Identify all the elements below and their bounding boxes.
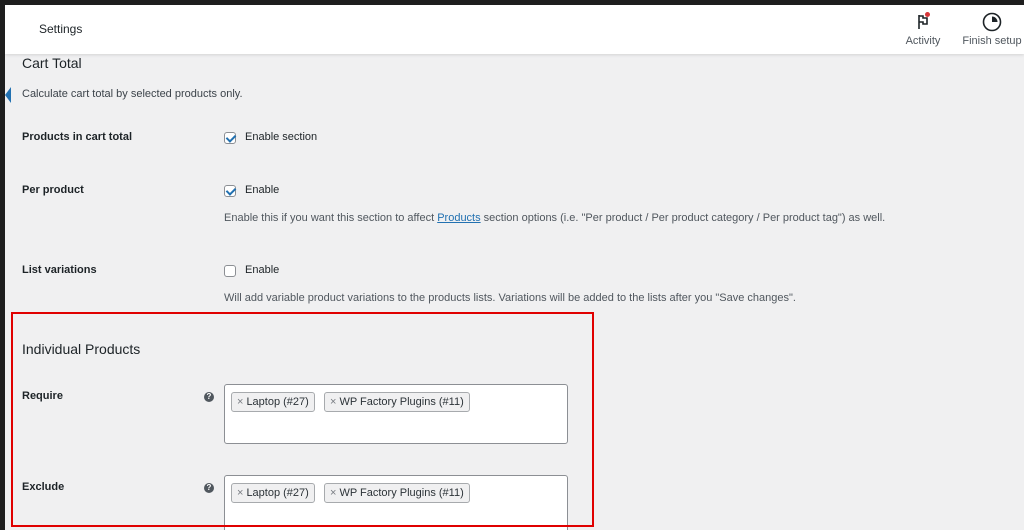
require-products-select[interactable]: × Laptop (#27) × WP Factory Plugins (#11) <box>224 384 568 444</box>
cart-total-heading: Cart Total <box>22 55 82 71</box>
remove-chip-icon[interactable]: × <box>330 396 336 408</box>
chip-text: WP Factory Plugins (#11) <box>339 396 464 408</box>
per-product-enable-label[interactable]: Enable <box>245 184 279 196</box>
finish-setup-label: Finish setup <box>962 35 1022 47</box>
flag-icon <box>918 12 930 29</box>
chip-text: Laptop (#27) <box>246 487 309 499</box>
remove-chip-icon[interactable]: × <box>237 487 243 499</box>
products-in-cart-total-checkbox[interactable] <box>224 132 236 144</box>
admin-menu-current-arrow <box>5 87 11 103</box>
cart-total-description: Calculate cart total by selected product… <box>22 88 243 100</box>
remove-chip-icon[interactable]: × <box>330 487 336 499</box>
remove-chip-icon[interactable]: × <box>237 396 243 408</box>
require-chip-wp-factory: × WP Factory Plugins (#11) <box>324 392 470 412</box>
settings-content: Cart Total Calculate cart total by selec… <box>5 54 1024 530</box>
progress-circle-icon <box>982 12 1002 32</box>
products-in-cart-total-label: Products in cart total <box>22 131 133 143</box>
activity-button[interactable]: Activity <box>902 11 944 47</box>
finish-setup-button[interactable]: Finish setup <box>960 11 1024 47</box>
top-header-bar: Settings Activity Finish setup <box>5 5 1024 54</box>
per-product-help-after: section options (i.e. "Per product / Per… <box>480 212 886 224</box>
enable-section-label[interactable]: Enable section <box>245 131 317 143</box>
list-variations-enable-label[interactable]: Enable <box>245 264 279 276</box>
products-link[interactable]: Products <box>437 212 480 224</box>
list-variations-help-text: Will add variable product variations to … <box>224 292 796 304</box>
chip-text: WP Factory Plugins (#11) <box>339 487 464 499</box>
list-variations-label: List variations <box>22 264 97 276</box>
per-product-help-text: Enable this if you want this section to … <box>224 212 885 224</box>
exclude-chip-wp-factory: × WP Factory Plugins (#11) <box>324 483 470 503</box>
require-label: Require <box>22 390 63 402</box>
per-product-checkbox[interactable] <box>224 185 236 197</box>
individual-products-heading: Individual Products <box>22 341 141 357</box>
exclude-help-icon[interactable]: ? <box>204 483 214 493</box>
require-chip-laptop: × Laptop (#27) <box>231 392 315 412</box>
exclude-chip-laptop: × Laptop (#27) <box>231 483 315 503</box>
settings-window: Settings Activity Finish setup Cart Tota… <box>5 5 1024 530</box>
list-variations-checkbox[interactable] <box>224 265 236 277</box>
activity-label: Activity <box>905 35 941 47</box>
per-product-label: Per product <box>22 184 84 196</box>
exclude-products-select[interactable]: × Laptop (#27) × WP Factory Plugins (#11) <box>224 475 568 530</box>
require-help-icon[interactable]: ? <box>204 392 214 402</box>
chip-text: Laptop (#27) <box>246 396 309 408</box>
page-title: Settings <box>39 22 83 36</box>
exclude-label: Exclude <box>22 481 65 493</box>
per-product-help-before: Enable this if you want this section to … <box>224 212 438 224</box>
